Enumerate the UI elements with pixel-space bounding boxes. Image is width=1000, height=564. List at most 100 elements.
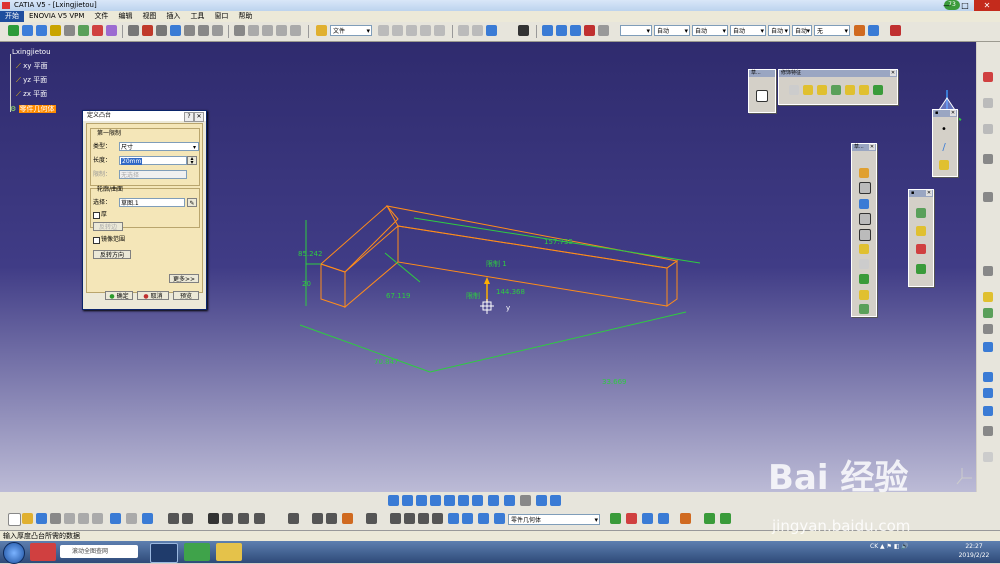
reaction-icon[interactable] — [262, 25, 273, 36]
select-arrow-icon[interactable] — [983, 266, 993, 276]
slot-icon[interactable] — [859, 259, 869, 269]
start-button[interactable] — [3, 542, 25, 564]
law-icon[interactable] — [198, 25, 209, 36]
normal-view-icon[interactable] — [472, 495, 483, 506]
fly-mode-icon[interactable] — [388, 495, 399, 506]
menu-start[interactable]: 开始 — [0, 11, 24, 22]
copy-file-icon[interactable] — [78, 513, 89, 524]
rotate-icon[interactable] — [22, 25, 33, 36]
zoom-icon[interactable] — [36, 25, 47, 36]
taskbar-search[interactable]: 滚动全图查网 — [60, 545, 138, 558]
taskbar-wechat-icon[interactable] — [184, 543, 210, 561]
menu-edit[interactable]: 编辑 — [113, 11, 137, 22]
color-combo[interactable] — [620, 25, 652, 37]
length-stepper[interactable]: ▴ ▾ — [187, 156, 197, 166]
minimize-button[interactable]: — — [938, 0, 956, 11]
layer-icon[interactable] — [556, 25, 567, 36]
limit-input[interactable]: 无选择 — [119, 170, 187, 179]
tree-icon[interactable] — [570, 25, 581, 36]
paste-file-icon[interactable] — [92, 513, 103, 524]
menu-tools[interactable]: 工具 — [185, 11, 209, 22]
check-icon[interactable] — [276, 25, 287, 36]
unlink-icon[interactable] — [392, 25, 403, 36]
axis-system-icon[interactable] — [418, 513, 429, 524]
zoom-in-icon[interactable] — [444, 495, 455, 506]
reverse-direction-button[interactable]: 反转方向 — [93, 250, 131, 259]
preview-button[interactable]: 预览 — [173, 291, 199, 300]
replace-icon[interactable] — [420, 25, 431, 36]
flag-icon[interactable] — [983, 452, 993, 462]
menu-enovia[interactable]: ENOVIA V5 VPM — [24, 11, 89, 22]
taskbar-explorer-icon[interactable] — [216, 543, 242, 561]
analysis-icon[interactable] — [156, 25, 167, 36]
menu-insert[interactable]: 插入 — [161, 11, 185, 22]
catalog-icon[interactable] — [106, 25, 117, 36]
redo-icon[interactable] — [126, 513, 137, 524]
units-icon[interactable] — [432, 513, 443, 524]
brush-icon[interactable] — [854, 25, 865, 36]
help-button[interactable]: ? — [184, 112, 194, 122]
draft-analysis-icon[interactable] — [326, 513, 337, 524]
menu-help[interactable]: 帮助 — [233, 11, 257, 22]
length-input[interactable]: 20mm — [119, 156, 187, 165]
move-icon[interactable] — [8, 25, 19, 36]
compass-icon[interactable] — [486, 25, 497, 36]
sketch-icon[interactable] — [128, 25, 139, 36]
thread-icon[interactable] — [859, 85, 869, 95]
help-what-icon[interactable] — [142, 513, 153, 524]
point-combo[interactable]: 自动 — [768, 25, 790, 37]
iso-view-icon[interactable] — [504, 495, 515, 506]
stiffener-icon[interactable] — [859, 274, 869, 284]
view-icon[interactable] — [542, 25, 553, 36]
loft-icon[interactable] — [859, 290, 869, 300]
undo-icon[interactable] — [110, 513, 121, 524]
hide-show-icon[interactable] — [536, 495, 547, 506]
insert-body-icon[interactable] — [983, 324, 993, 334]
copy-icon[interactable] — [458, 25, 469, 36]
shaft-icon[interactable] — [859, 199, 869, 209]
line-icon[interactable]: / — [939, 142, 949, 153]
refresh-icon[interactable] — [406, 25, 417, 36]
pattern-icon[interactable] — [916, 264, 926, 274]
apply-material-icon[interactable] — [983, 372, 993, 382]
close-button[interactable]: ✕ — [974, 0, 1000, 11]
cut-icon[interactable] — [64, 513, 75, 524]
annotation-text-icon[interactable] — [983, 426, 993, 436]
macro-icon[interactable] — [234, 25, 245, 36]
mechanism-icon[interactable] — [518, 25, 529, 36]
menu-file[interactable]: 文件 — [89, 11, 113, 22]
link-icon[interactable] — [378, 25, 389, 36]
fit-all-icon[interactable] — [402, 495, 413, 506]
linetype-combo[interactable]: 自动 — [692, 25, 728, 37]
language-indicator[interactable]: CK — [870, 543, 878, 550]
table-icon[interactable] — [212, 25, 223, 36]
taskbar-app-icon[interactable] — [30, 543, 56, 561]
folder-icon[interactable] — [316, 25, 327, 36]
measure-icon[interactable] — [64, 25, 75, 36]
cancel-button[interactable]: ● 取消 — [137, 291, 169, 300]
draft-icon[interactable] — [817, 85, 827, 95]
sketch-tool-icon[interactable] — [756, 90, 768, 102]
fillet-icon[interactable] — [789, 85, 799, 95]
grid-snap-icon[interactable] — [983, 406, 993, 416]
translate-icon[interactable] — [916, 208, 926, 218]
publish-icon[interactable] — [254, 513, 265, 524]
body-insert-icon[interactable] — [448, 513, 459, 524]
scene-icon[interactable] — [658, 513, 669, 524]
filter-icon[interactable] — [890, 25, 901, 36]
constraint-icon[interactable] — [142, 25, 153, 36]
type-select[interactable]: 尺寸 ▾ — [119, 142, 199, 151]
layer-combo[interactable]: 自动 — [792, 25, 812, 37]
open-file-icon[interactable] — [22, 513, 33, 524]
properties-icon[interactable] — [868, 25, 879, 36]
alert-icon[interactable] — [584, 25, 595, 36]
knowledge-icon[interactable] — [248, 25, 259, 36]
formula-icon[interactable] — [184, 25, 195, 36]
hybrid-icon[interactable] — [478, 513, 489, 524]
profile-select-input[interactable]: 草图.1 — [119, 198, 185, 207]
chamfer-icon[interactable] — [803, 85, 813, 95]
more-button[interactable]: 更多>> — [169, 274, 199, 283]
zoom-out-icon[interactable] — [458, 495, 469, 506]
scan-icon[interactable] — [462, 513, 473, 524]
thickness-icon[interactable] — [845, 85, 855, 95]
